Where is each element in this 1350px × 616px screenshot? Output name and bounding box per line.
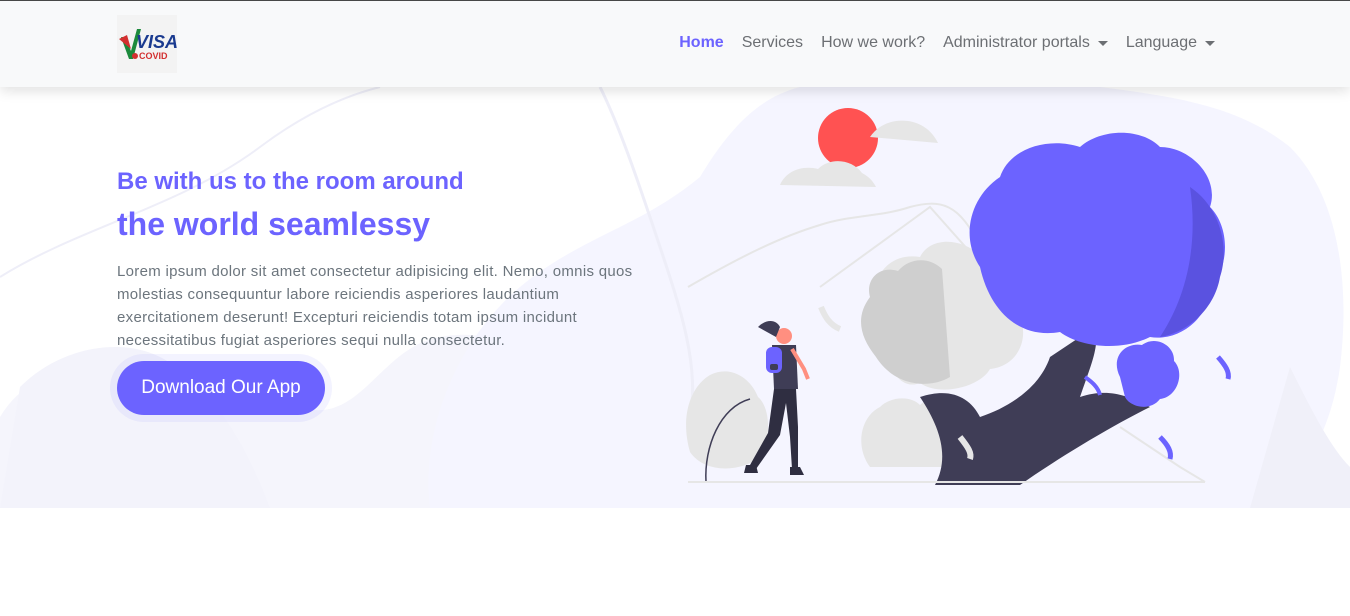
- nav-services[interactable]: Services: [733, 34, 812, 52]
- nav-how-we-work-label: How we work?: [821, 34, 926, 51]
- navbar: VISA COVID Home Services How we work? Ad…: [0, 1, 1350, 87]
- visa-covid-logo-icon: VISA COVID: [117, 15, 177, 73]
- nav-administrator-portals-dropdown[interactable]: Administrator portals: [934, 34, 1117, 52]
- nav-home[interactable]: Home: [670, 34, 732, 52]
- caret-down-icon: [1205, 40, 1215, 46]
- brand-logo[interactable]: VISA COVID: [117, 15, 177, 73]
- caret-down-icon: [1097, 40, 1108, 46]
- nav-language-label: Language: [1125, 34, 1197, 51]
- hero-heading-line1: Be with us to the room around: [117, 168, 464, 195]
- hero-section: Be with us to the room around the world …: [0, 87, 1350, 508]
- page: VISA COVID Home Services How we work? Ad…: [0, 0, 1350, 616]
- hero-heading-line2: the world seamlessy: [117, 206, 431, 242]
- svg-text:COVID: COVID: [139, 51, 168, 61]
- hero-description: Lorem ipsum dolor sit amet consectetur a…: [117, 263, 633, 349]
- traveler-trees-illustration: [686, 108, 1231, 485]
- nav-language-dropdown[interactable]: Language: [1117, 34, 1224, 52]
- nav-services-label: Services: [741, 34, 804, 51]
- cloud-icon: [870, 120, 938, 143]
- nav-how-we-work[interactable]: How we work?: [812, 34, 934, 52]
- nav-administrator-portals-label: Administrator portals: [943, 34, 1090, 51]
- cloud-icon: [780, 161, 876, 187]
- main-nav: Home Services How we work? Administrator…: [670, 34, 1224, 52]
- svg-text:VISA: VISA: [136, 32, 177, 52]
- nav-home-label: Home: [679, 34, 724, 51]
- sun-icon: [818, 108, 878, 168]
- download-app-button[interactable]: Download Our App: [117, 361, 325, 415]
